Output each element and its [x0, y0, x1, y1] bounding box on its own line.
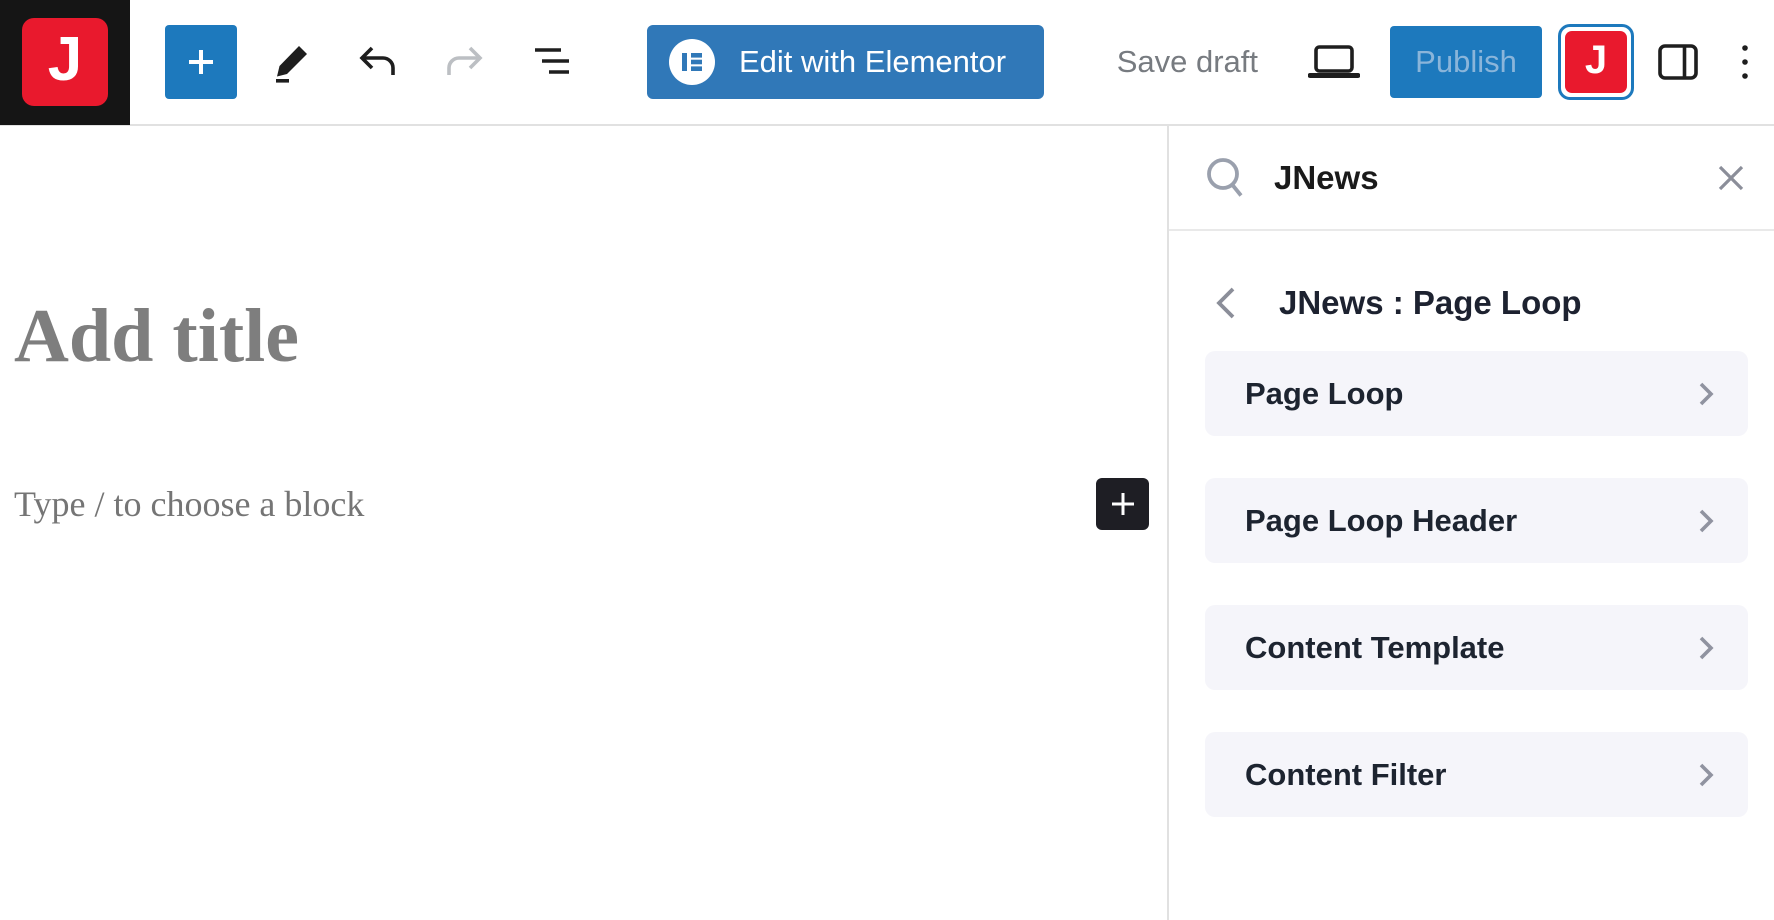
- redo-button[interactable]: [437, 25, 493, 99]
- close-icon: [1716, 163, 1746, 193]
- settings-sidebar-toggle-button[interactable]: [1658, 44, 1698, 80]
- panel-header: JNews : Page Loop: [1169, 281, 1774, 325]
- undo-button[interactable]: [349, 25, 405, 99]
- editor-toolbar: J: [0, 0, 1774, 126]
- chevron-right-icon: [1698, 762, 1714, 788]
- jnews-toggle-icon: J: [1565, 31, 1627, 93]
- edit-with-elementor-button[interactable]: Edit with Elementor: [647, 25, 1044, 99]
- preview-button[interactable]: [1308, 45, 1360, 79]
- toolbar-right-group: Save draft Publish J: [1117, 24, 1774, 100]
- list-item-label: Page Loop: [1245, 376, 1403, 412]
- save-draft-button[interactable]: Save draft: [1117, 44, 1258, 80]
- kebab-menu-icon: [1740, 43, 1750, 81]
- edit-with-elementor-label: Edit with Elementor: [739, 44, 1006, 80]
- laptop-preview-icon: [1308, 45, 1360, 79]
- pencil-icon: [270, 41, 312, 83]
- search-close-button[interactable]: [1716, 163, 1746, 193]
- redo-icon: [445, 45, 485, 79]
- block-placeholder-text[interactable]: Type / to choose a block: [14, 483, 364, 525]
- empty-block-row: Type / to choose a block: [14, 478, 1149, 530]
- settings-sidebar-icon: [1658, 44, 1698, 80]
- panel-back-button[interactable]: [1215, 286, 1237, 320]
- jnews-logo-block[interactable]: J: [0, 0, 130, 125]
- jnews-sidebar-panel: JNews : Page Loop Page Loop Page Loop He…: [1167, 126, 1774, 920]
- options-menu-button[interactable]: [1740, 43, 1750, 81]
- editor-workspace: Add title Type / to choose a block: [0, 126, 1774, 920]
- list-item-label: Page Loop Header: [1245, 503, 1517, 539]
- list-item-page-loop[interactable]: Page Loop: [1205, 351, 1748, 436]
- undo-icon: [357, 45, 397, 79]
- list-item-content-filter[interactable]: Content Filter: [1205, 732, 1748, 817]
- jnews-logo-icon: J: [22, 18, 108, 106]
- document-overview-button[interactable]: [525, 25, 581, 99]
- list-view-icon: [533, 44, 573, 80]
- block-plus-icon: [1109, 490, 1137, 518]
- plus-icon: [181, 42, 221, 82]
- element-list: Page Loop Page Loop Header Content Templ…: [1205, 351, 1748, 817]
- jnews-panel-toggle-button[interactable]: J: [1558, 24, 1634, 100]
- sidebar-search-row: [1169, 126, 1774, 231]
- chevron-left-icon: [1215, 286, 1237, 320]
- panel-title: JNews : Page Loop: [1279, 284, 1582, 322]
- block-inserter-button[interactable]: [165, 25, 237, 99]
- list-item-label: Content Template: [1245, 630, 1505, 666]
- search-input[interactable]: [1274, 159, 1716, 197]
- search-icon: [1206, 157, 1246, 199]
- publish-button[interactable]: Publish: [1390, 26, 1542, 98]
- tools-button[interactable]: [263, 25, 319, 99]
- post-title-input[interactable]: Add title: [14, 298, 1167, 374]
- block-append-button[interactable]: [1096, 478, 1149, 530]
- chevron-right-icon: [1698, 381, 1714, 407]
- list-item-label: Content Filter: [1245, 757, 1447, 793]
- list-item-content-template[interactable]: Content Template: [1205, 605, 1748, 690]
- list-item-page-loop-header[interactable]: Page Loop Header: [1205, 478, 1748, 563]
- editor-canvas[interactable]: Add title Type / to choose a block: [0, 126, 1167, 920]
- elementor-icon: [669, 39, 715, 85]
- chevron-right-icon: [1698, 508, 1714, 534]
- chevron-right-icon: [1698, 635, 1714, 661]
